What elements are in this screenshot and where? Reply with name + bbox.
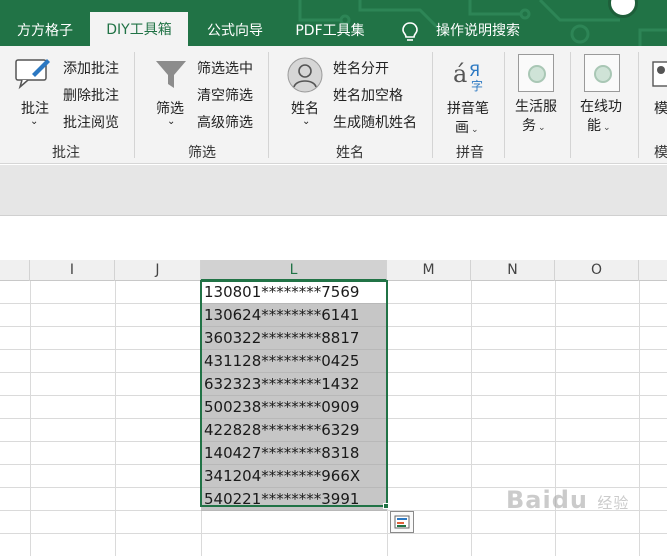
ribbon-tab-bar: 方方格子 DIY工具箱 公式向导 PDF工具集 操作说明搜索	[0, 0, 667, 46]
cell-l-4[interactable]: 431128********0425	[201, 350, 387, 373]
tab-pdf-tools[interactable]: PDF工具集	[284, 16, 376, 46]
advanced-filter-button[interactable]: 高级筛选	[197, 112, 253, 132]
clear-filter-button[interactable]: 清空筛选	[197, 85, 253, 105]
delete-annotation-button[interactable]: 删除批注	[63, 85, 119, 105]
group-label-template: 模	[654, 145, 667, 161]
svg-text:Я: Я	[469, 61, 480, 80]
group-separator	[504, 52, 505, 158]
cell-l-10[interactable]: 540221********3991	[201, 488, 387, 511]
column-header-l[interactable]: L	[201, 260, 387, 281]
split-name-button[interactable]: 姓名分开	[333, 58, 389, 78]
chevron-down-icon[interactable]: ⌄	[167, 116, 175, 127]
column-header-j[interactable]: J	[115, 260, 201, 281]
person-icon	[287, 57, 323, 93]
quick-analysis-button[interactable]	[390, 511, 414, 533]
column-header-row: I J L M N O	[0, 260, 667, 281]
cell-l-2[interactable]: 130624********6141	[201, 304, 387, 327]
group-label-pinyin: 拼音	[456, 145, 484, 161]
group-separator	[134, 52, 135, 158]
svg-text:字: 字	[471, 78, 483, 92]
cell-l-5[interactable]: 632323********1432	[201, 373, 387, 396]
life-service-button[interactable]: 生活服	[515, 96, 557, 116]
online-function-label-line2: 能	[587, 118, 601, 134]
chevron-down-icon: ⌄	[603, 123, 611, 133]
life-service-icon	[518, 54, 554, 92]
group-label-filter: 筛选	[188, 145, 216, 161]
template-icon	[652, 61, 667, 87]
life-service-button-line2[interactable]: 务 ⌄	[522, 115, 546, 135]
ribbon-panel: 批注 ⌄ 添加批注 删除批注 批注阅览 批注 筛选 ⌄ 筛选选中 清空筛选 高级…	[0, 46, 667, 164]
quick-analysis-icon	[394, 515, 410, 529]
tab-search-help[interactable]: 操作说明搜索	[428, 16, 528, 46]
view-annotation-button[interactable]: 批注阅览	[63, 112, 119, 132]
formula-bar-area[interactable]	[0, 165, 667, 215]
group-separator	[432, 52, 433, 158]
cell-l-6[interactable]: 500238********0909	[201, 396, 387, 419]
pinyin-stroke-label-line2: 画	[455, 120, 469, 136]
lightbulb-icon[interactable]	[401, 21, 419, 43]
life-service-label-line2: 务	[522, 118, 536, 134]
pinyin-icon: á Я 字	[453, 60, 483, 92]
watermark-brand: Baidu	[506, 486, 588, 514]
cell-l-7[interactable]: 422828********6329	[201, 419, 387, 442]
filter-button[interactable]: 筛选	[156, 98, 184, 118]
pinyin-stroke-button-line2[interactable]: 画 ⌄	[455, 117, 479, 137]
template-button[interactable]: 模	[654, 98, 667, 118]
fill-handle[interactable]	[383, 503, 389, 509]
cell-l-8[interactable]: 140427********8318	[201, 442, 387, 465]
column-header-m[interactable]: M	[387, 260, 471, 281]
name-add-space-button[interactable]: 姓名加空格	[333, 85, 403, 105]
annotate-button[interactable]: 批注	[21, 98, 49, 118]
group-label-name: 姓名	[336, 145, 364, 161]
filter-selected-button[interactable]: 筛选选中	[197, 58, 253, 78]
group-separator	[638, 52, 639, 158]
random-name-button[interactable]: 生成随机姓名	[333, 112, 417, 132]
group-separator	[570, 52, 571, 158]
chevron-down-icon[interactable]: ⌄	[30, 116, 38, 127]
column-header-next[interactable]	[639, 260, 667, 281]
sheet-top-gap	[0, 215, 667, 260]
add-annotation-button[interactable]: 添加批注	[63, 58, 119, 78]
cell-l-9[interactable]: 341204********966X	[201, 465, 387, 488]
grid-line	[0, 533, 667, 534]
group-separator	[268, 52, 269, 158]
online-function-icon	[584, 54, 620, 92]
online-function-button-line2[interactable]: 能 ⌄	[587, 115, 611, 135]
svg-text:á: á	[453, 60, 467, 88]
pinyin-stroke-button[interactable]: 拼音笔	[447, 98, 489, 118]
column-header-prev[interactable]	[0, 260, 30, 281]
annotate-icon	[15, 59, 50, 90]
cell-l-1[interactable]: 130801********7569	[201, 281, 387, 304]
column-header-n[interactable]: N	[471, 260, 555, 281]
cell-l-3[interactable]: 360322********8817	[201, 327, 387, 350]
tab-diy-toolbox[interactable]: DIY工具箱	[90, 12, 188, 46]
name-button[interactable]: 姓名	[291, 98, 319, 118]
chevron-down-icon[interactable]: ⌄	[302, 116, 310, 127]
tab-fangfang[interactable]: 方方格子	[6, 16, 84, 46]
baidu-watermark: Baidu 经验	[506, 486, 629, 514]
column-header-i[interactable]: I	[30, 260, 115, 281]
column-header-o[interactable]: O	[555, 260, 639, 281]
chevron-down-icon: ⌄	[538, 123, 546, 133]
selected-range[interactable]: 130801********7569 130624********6141 36…	[201, 281, 387, 511]
group-label-annotate: 批注	[52, 145, 80, 161]
online-function-button[interactable]: 在线功	[580, 96, 622, 116]
filter-funnel-icon	[156, 61, 186, 88]
watermark-suffix: 经验	[597, 494, 630, 512]
chevron-down-icon: ⌄	[471, 125, 479, 135]
tab-formula-wizard[interactable]: 公式向导	[196, 16, 274, 46]
